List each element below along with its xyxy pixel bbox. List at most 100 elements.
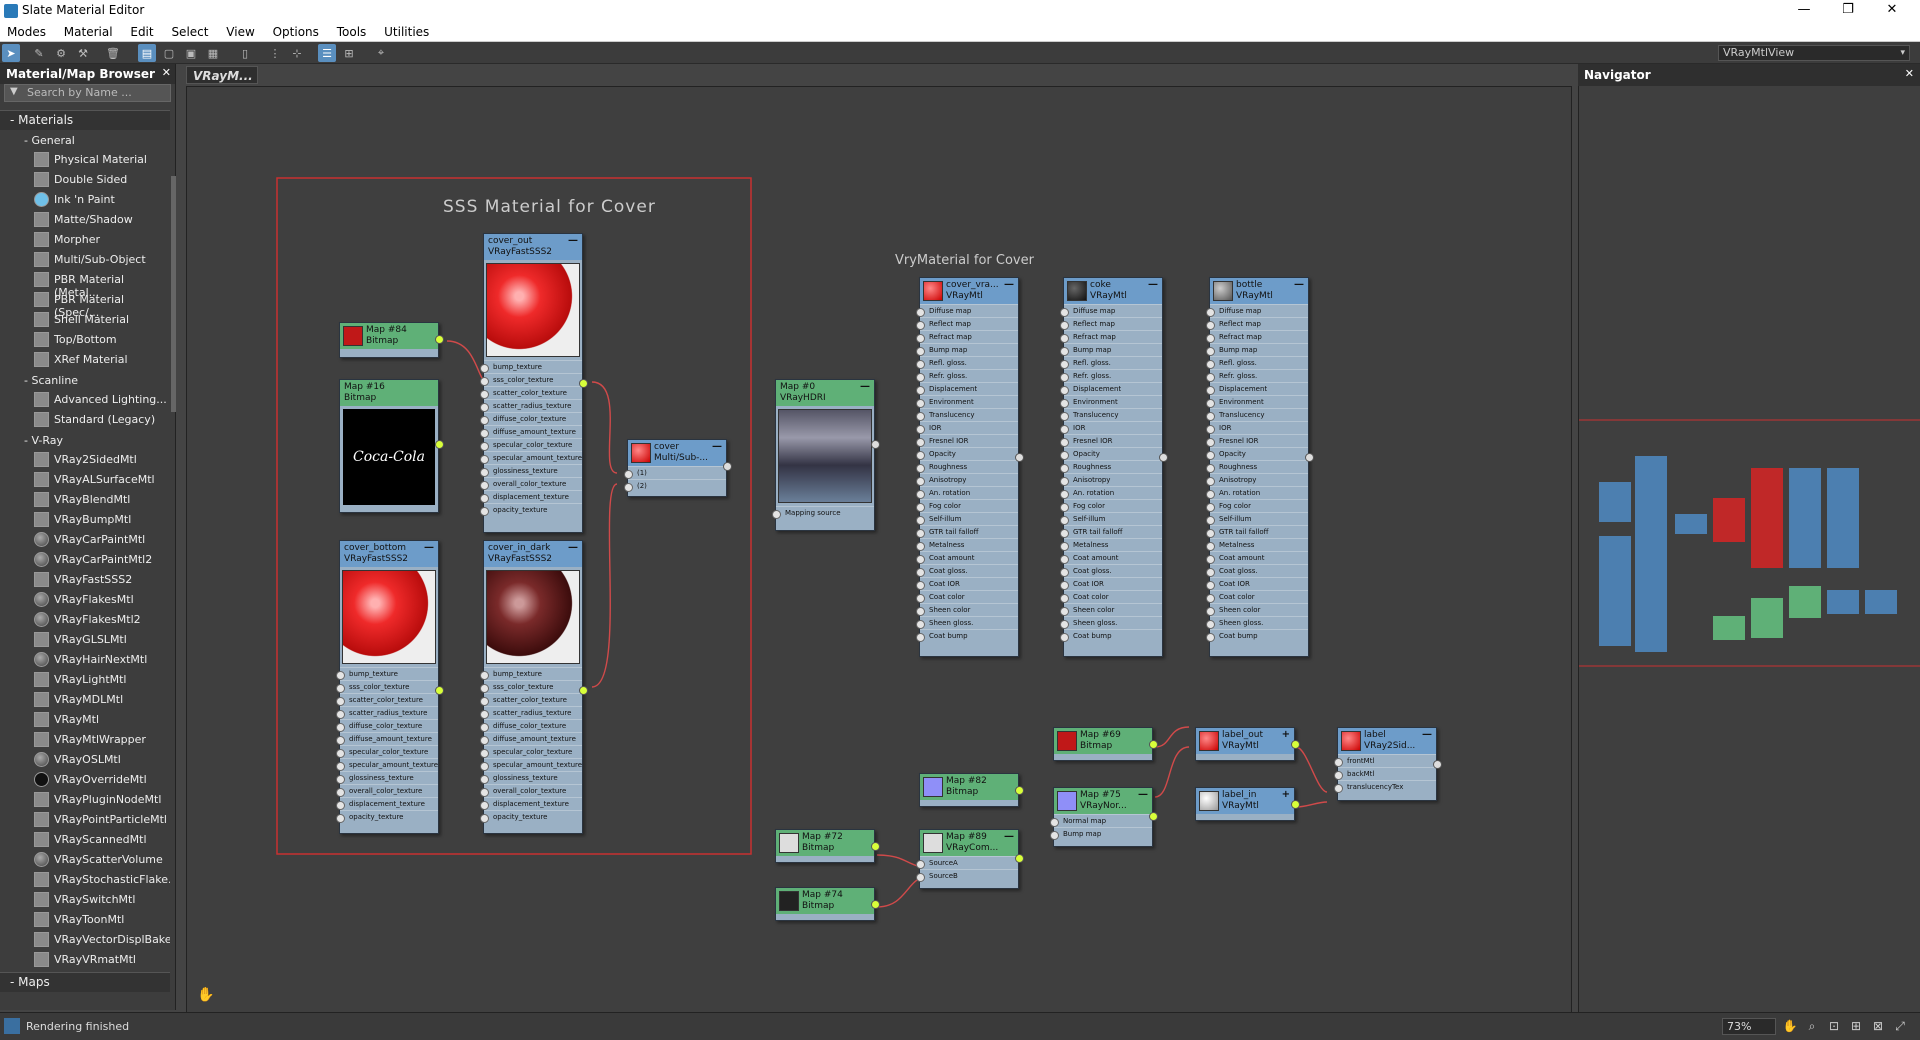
vray-item[interactable]: VRayFlakesMtl2	[0, 610, 170, 630]
maximize-view-icon[interactable]: ⤢	[1892, 1019, 1908, 1035]
output-socket[interactable]	[1015, 854, 1024, 863]
close-icon[interactable]: ✕	[1905, 67, 1914, 80]
input-slot[interactable]: GTR tail falloff	[916, 525, 1018, 538]
input-slot[interactable]: Coat gloss.	[1206, 564, 1308, 577]
minimize-node-icon[interactable]: —	[568, 542, 578, 553]
input-slot[interactable]: glossiness_texture	[480, 771, 582, 784]
input-slot[interactable]: Reflect map	[1206, 317, 1308, 330]
input-slot[interactable]: Fog color	[916, 499, 1018, 512]
input-slot[interactable]: Translucency	[1060, 408, 1162, 421]
node-cover-out[interactable]: cover_out VRayFastSSS2 — bump_texture sss_c…	[480, 233, 588, 533]
input-slot[interactable]: Bump map	[1050, 827, 1152, 840]
output-socket[interactable]	[723, 462, 732, 471]
input-slot[interactable]: Environment	[1060, 395, 1162, 408]
vray-item[interactable]: VRayFlakesMtl	[0, 590, 170, 610]
output-socket[interactable]	[1149, 740, 1158, 749]
general-item[interactable]: PBR Material (Spec/...	[0, 290, 170, 319]
input-slot[interactable]: An. rotation	[1060, 486, 1162, 499]
close-icon[interactable]: ✕	[162, 66, 171, 79]
output-socket[interactable]	[435, 686, 444, 695]
output-socket[interactable]	[579, 379, 588, 388]
input-slot[interactable]: IOR	[1206, 421, 1308, 434]
input-slot[interactable]: Normal map	[1050, 814, 1152, 827]
scanline-item[interactable]: Advanced Lighting...	[0, 390, 170, 410]
slot[interactable]: Mapping source	[772, 506, 874, 519]
node-cover-in-dark[interactable]: cover_in_dark VRayFastSSS2 — bump_texture s…	[480, 540, 588, 834]
vray-item[interactable]: VRay2SidedMtl	[0, 450, 170, 470]
input-slot[interactable]: Coat amount	[916, 551, 1018, 564]
input-slot[interactable]: Sheen color	[1206, 603, 1308, 616]
input-slot[interactable]: An. rotation	[1206, 486, 1308, 499]
vray-item[interactable]: VRayStochasticFlake...	[0, 870, 170, 890]
output-socket[interactable]	[1015, 786, 1024, 795]
navigator-panel[interactable]	[1578, 86, 1920, 1012]
input-slot[interactable]: scatter_radius_texture	[336, 706, 438, 719]
input-slot[interactable]: Fresnel IOR	[1206, 434, 1308, 447]
input-slot[interactable]: Sheen color	[916, 603, 1018, 616]
node-map84[interactable]: Map #84 Bitmap	[339, 322, 444, 358]
input-slot[interactable]: Fog color	[1206, 499, 1308, 512]
output-socket[interactable]	[435, 440, 444, 449]
input-slot[interactable]: Bump map	[1206, 343, 1308, 356]
menu-view[interactable]: View	[219, 22, 261, 39]
input-slot[interactable]: sss_color_texture	[480, 680, 582, 693]
vray-item[interactable]: VRayBlendMtl	[0, 490, 170, 510]
input-slot[interactable]: Coat amount	[1060, 551, 1162, 564]
vray-item[interactable]: VRayScannedMtl	[0, 830, 170, 850]
assign-material-icon[interactable]: ⚒	[74, 44, 92, 62]
input-slot[interactable]: Refract map	[916, 330, 1018, 343]
vray-item[interactable]: VRayCarPaintMtl	[0, 530, 170, 550]
input-slot[interactable]: GTR tail falloff	[1206, 525, 1308, 538]
input-slot[interactable]: Displacement	[916, 382, 1018, 395]
minimize-node-icon[interactable]: —	[1148, 279, 1158, 290]
node-map82[interactable]: Map #82 Bitmap	[919, 773, 1024, 807]
input-slot[interactable]: Coat color	[916, 590, 1018, 603]
input-slot[interactable]: Opacity	[916, 447, 1018, 460]
vray-item[interactable]: VRayFastSSS2	[0, 570, 170, 590]
vray-item[interactable]: VRayVectorDisplBake	[0, 930, 170, 950]
layout-children-icon[interactable]: ⊹	[288, 44, 306, 62]
output-socket[interactable]	[435, 335, 444, 344]
vray-item[interactable]: VRayLightMtl	[0, 670, 170, 690]
minimize-node-icon[interactable]: —	[1422, 729, 1432, 740]
menu-modes[interactable]: Modes	[0, 22, 53, 39]
input-slot[interactable]: overall_color_texture	[480, 477, 582, 490]
input-slot[interactable]: Translucency	[916, 408, 1018, 421]
input-slot[interactable]: backMtl	[1334, 767, 1436, 780]
output-socket[interactable]	[1291, 740, 1300, 749]
input-slot[interactable]: Coat color	[1060, 590, 1162, 603]
input-slot[interactable]: translucencyTex	[1334, 780, 1436, 793]
input-slot[interactable]: Refl. gloss.	[916, 356, 1018, 369]
input-slot[interactable]: Refr. gloss.	[1206, 369, 1308, 382]
menu-options[interactable]: Options	[266, 22, 326, 39]
node-map89[interactable]: Map #89 VRayCom... — SourceA SourceB	[916, 829, 1024, 889]
input-slot[interactable]: Roughness	[1206, 460, 1308, 473]
input-slot[interactable]: Bump map	[916, 343, 1018, 356]
minimize-node-icon[interactable]: —	[712, 441, 722, 452]
minimize-node-icon[interactable]: —	[1004, 279, 1014, 290]
input-slot[interactable]: opacity_texture	[480, 503, 582, 516]
view-select[interactable]: VRayMtlView ▾	[1718, 45, 1910, 61]
node-map69[interactable]: Map #69 Bitmap	[1053, 727, 1158, 761]
maximize-button[interactable]: ❐	[1826, 0, 1870, 22]
input-slot[interactable]: Coat IOR	[916, 577, 1018, 590]
input-slot[interactable]: Displacement	[1206, 382, 1308, 395]
group-general[interactable]: - General	[0, 132, 170, 150]
input-slot[interactable]: Translucency	[1206, 408, 1308, 421]
zoom-select[interactable]: 73%	[1722, 1018, 1776, 1035]
input-slot[interactable]: overall_color_texture	[480, 784, 582, 797]
input-slot[interactable]: Coat bump	[916, 629, 1018, 642]
input-slot[interactable]: specular_color_texture	[480, 438, 582, 451]
input-slot[interactable]: sss_color_texture	[480, 373, 582, 386]
general-item[interactable]: Morpher	[0, 230, 170, 250]
vray-item[interactable]: VRaySwitchMtl	[0, 890, 170, 910]
input-slot[interactable]: Environment	[1206, 395, 1308, 408]
input-slot[interactable]: SourceB	[916, 869, 1018, 882]
minimize-button[interactable]: —	[1782, 0, 1826, 22]
delete-icon[interactable]: 🗑	[104, 44, 122, 62]
input-slot[interactable]: diffuse_amount_texture	[336, 732, 438, 745]
input-slot[interactable]: overall_color_texture	[336, 784, 438, 797]
input-slot[interactable]: Coat IOR	[1060, 577, 1162, 590]
input-slot[interactable]: diffuse_color_texture	[480, 412, 582, 425]
input-slot[interactable]: SourceA	[916, 856, 1018, 869]
